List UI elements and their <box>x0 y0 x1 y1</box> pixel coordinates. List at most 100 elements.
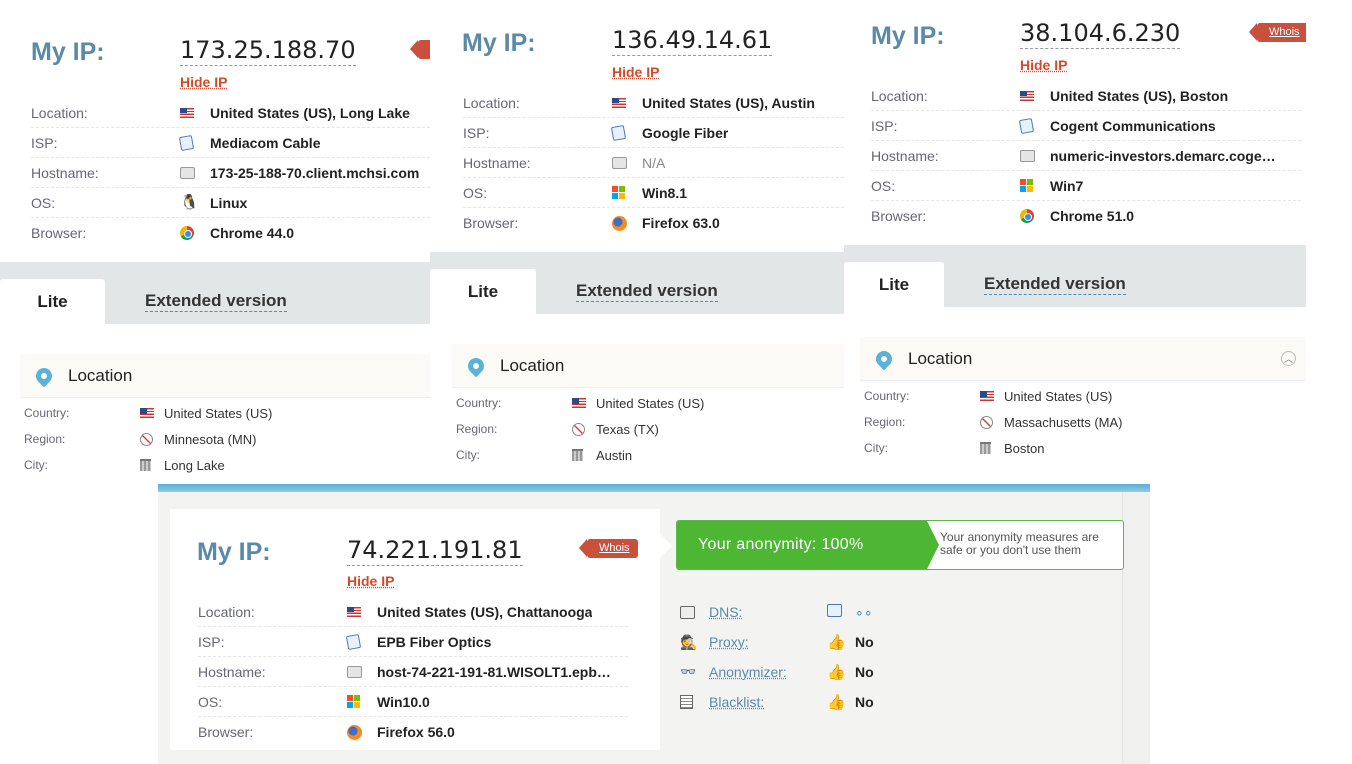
info-row-location: Location: United States (US), Chattanoog… <box>198 597 628 627</box>
location-row-region: Region: Minnesota (MN) <box>24 426 256 452</box>
hostname-icon <box>612 156 627 169</box>
whois-button[interactable]: Whois <box>579 539 638 558</box>
location-value: United States (US) <box>1004 388 1113 404</box>
info-value: Win7 <box>1050 177 1084 194</box>
location-label: City: <box>864 441 888 455</box>
proxy-icon: 🕵 <box>680 633 698 650</box>
location-label: Region: <box>456 422 498 436</box>
tab-lite[interactable]: Lite <box>844 262 944 307</box>
top-accent-strip <box>158 484 1150 492</box>
tab-extended-version[interactable]: Extended version <box>984 274 1126 295</box>
anonymity-status: Your anonymity: 100% Your anonymity meas… <box>676 520 1124 570</box>
location-section-header[interactable]: Location <box>20 354 430 398</box>
ip-address[interactable]: 136.49.14.61 <box>612 26 773 56</box>
check-row-blacklist: Blacklist: 👍 No <box>680 687 874 717</box>
ip-address[interactable]: 38.104.6.230 <box>1020 19 1181 49</box>
building-icon <box>140 459 151 471</box>
info-value: Cogent Communications <box>1050 117 1216 134</box>
info-label: Location: <box>31 104 88 121</box>
thumbs-up-icon: 👍 <box>827 664 846 681</box>
info-row-location: Location: United States (US), Long Lake <box>31 98 430 128</box>
card-pointer <box>660 534 672 558</box>
my-ip-label: My IP: <box>31 38 105 66</box>
location-pin-icon <box>32 364 56 387</box>
check-result: No <box>855 634 874 650</box>
hide-ip-link[interactable]: Hide IP <box>1020 57 1067 73</box>
network-icon <box>827 603 842 617</box>
info-row-browser: Browser: Chrome 51.0 <box>871 201 1301 231</box>
location-label: Country: <box>864 389 910 403</box>
check-row-dns: DNS: ∘∘ <box>680 597 873 627</box>
check-label[interactable]: DNS: <box>709 604 827 620</box>
chrome-icon <box>1020 209 1034 223</box>
location-section-title: Location <box>500 355 565 375</box>
tab-extended-version[interactable]: Extended version <box>145 291 287 312</box>
anonymizer-icon: 👓 <box>680 664 697 679</box>
info-row-hostname: Hostname: host-74-221-191-81.WISOLT1.epb… <box>198 657 628 687</box>
whois-button[interactable]: Whois <box>1249 23 1306 42</box>
tab-extended-version[interactable]: Extended version <box>576 281 718 302</box>
info-value: United States (US), Austin <box>642 94 815 111</box>
info-row-location: Location: United States (US), Boston <box>871 81 1301 111</box>
location-row-country: Country: United States (US) <box>864 383 1112 409</box>
location-value: United States (US) <box>596 395 705 411</box>
info-value: host-74-221-191-81.WISOLT1.epb… <box>377 663 611 680</box>
thumbs-up-icon: 👍 <box>827 634 846 651</box>
info-value: United States (US), Chattanooga <box>377 603 593 620</box>
info-value: 173-25-188-70.client.mchsi.com <box>210 164 420 181</box>
hide-ip-link[interactable]: Hide IP <box>612 64 659 80</box>
us-flag-icon <box>980 391 994 401</box>
anonymity-note: Your anonymity measures are safe or you … <box>940 531 1099 557</box>
check-label[interactable]: Blacklist: <box>709 694 827 710</box>
check-row-proxy: 🕵 Proxy: 👍 No <box>680 627 874 657</box>
check-label[interactable]: Anonymizer: <box>709 664 827 680</box>
info-row-os: OS: Win8.1 <box>463 178 844 208</box>
my-ip-label: My IP: <box>197 538 271 566</box>
info-row-location: Location: United States (US), Austin <box>463 88 844 118</box>
info-label: OS: <box>871 177 896 194</box>
check-result: No <box>855 664 874 680</box>
us-flag-icon <box>612 97 626 108</box>
info-row-browser: Browser: Firefox 63.0 <box>463 208 844 238</box>
hostname-icon <box>180 166 195 179</box>
check-row-anonymizer: 👓 Anonymizer: 👍 No <box>680 657 874 687</box>
windows-icon <box>1020 179 1033 192</box>
info-label: OS: <box>198 693 223 710</box>
location-value: Massachusetts (MA) <box>1004 414 1123 430</box>
info-row-browser: Browser: Chrome 44.0 <box>31 218 430 248</box>
info-label: Hostname: <box>463 154 531 171</box>
check-label[interactable]: Proxy: <box>709 634 827 650</box>
windows-icon <box>612 186 625 199</box>
screenshot-1: My IP: 173.25.188.70 Hide IP W Location:… <box>0 0 430 480</box>
location-pin-icon <box>872 347 896 370</box>
us-flag-icon <box>572 398 586 408</box>
info-value: Google Fiber <box>642 124 729 141</box>
screenshot-3: My IP: 38.104.6.230 Hide IP Whois Locati… <box>844 0 1306 470</box>
location-section-header[interactable]: Location <box>452 344 844 388</box>
tab-lite[interactable]: Lite <box>0 279 105 324</box>
isp-icon <box>178 134 195 151</box>
location-value: Austin <box>596 447 633 463</box>
location-value: Minnesota (MN) <box>164 431 257 447</box>
whois-button[interactable]: W <box>409 40 430 59</box>
building-icon <box>572 449 583 461</box>
ip-address[interactable]: 173.25.188.70 <box>180 36 356 66</box>
location-label: City: <box>456 448 480 462</box>
ip-address[interactable]: 74.221.191.81 <box>347 536 523 566</box>
hide-ip-link[interactable]: Hide IP <box>180 74 227 90</box>
collapse-chevron-icon[interactable]: ︿ <box>1281 351 1296 366</box>
info-value: EPB Fiber Optics <box>377 633 492 650</box>
location-row-region: Region: Texas (TX) <box>456 416 659 442</box>
loading-dots-icon: ∘∘ <box>855 603 873 620</box>
tab-lite[interactable]: Lite <box>430 269 536 314</box>
location-section-header[interactable]: Location ︿ <box>860 337 1306 381</box>
location-value: United States (US) <box>164 405 273 421</box>
info-label: OS: <box>31 194 56 211</box>
location-row-city: City: Boston <box>864 435 1044 461</box>
us-flag-icon <box>1020 90 1034 101</box>
compass-icon <box>572 422 585 436</box>
location-value: Long Lake <box>164 457 225 473</box>
info-value: N/A <box>642 154 666 171</box>
hide-ip-link[interactable]: Hide IP <box>347 573 394 589</box>
info-value: Firefox 56.0 <box>377 724 455 740</box>
